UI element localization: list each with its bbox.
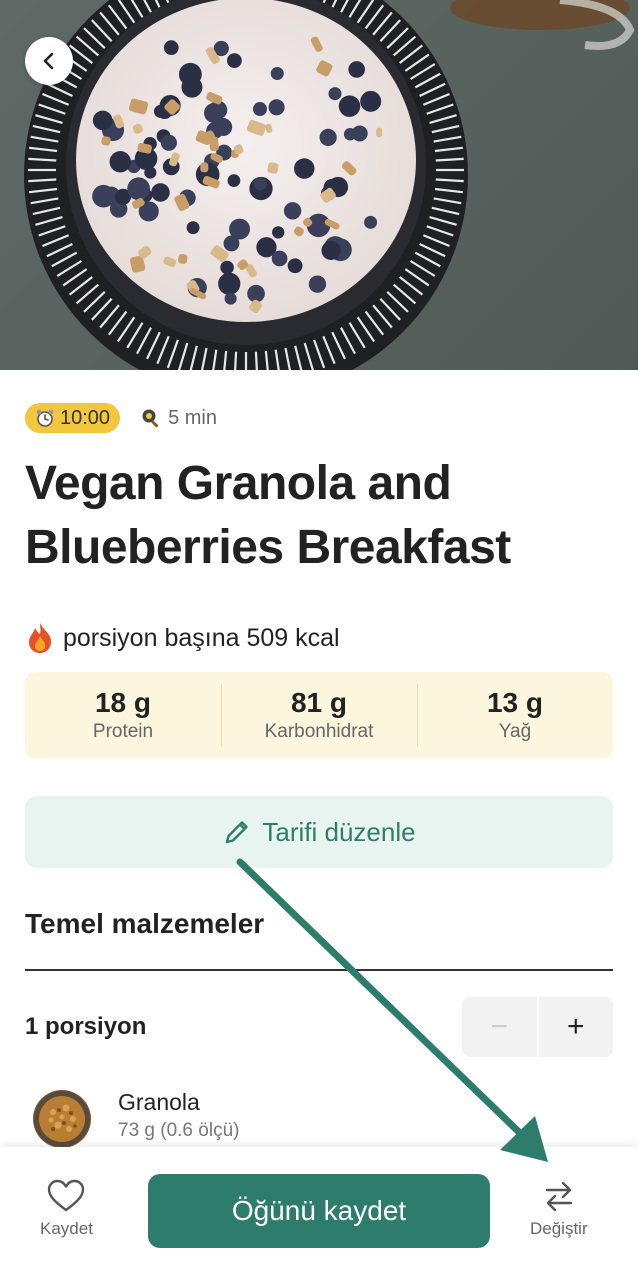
- chevron-left-icon: [43, 52, 54, 70]
- decrease-portion-button[interactable]: −: [462, 997, 537, 1057]
- meal-time: 10:00: [60, 406, 111, 429]
- bottom-action-bar: Kaydet Öğünü kaydet Değiştir: [0, 1147, 638, 1280]
- increase-portion-button[interactable]: +: [538, 997, 613, 1057]
- edit-recipe-label: Tarifi düzenle: [262, 816, 416, 847]
- save-favorite-tab[interactable]: Kaydet: [40, 1179, 93, 1239]
- pencil-icon: [226, 821, 249, 844]
- heart-icon: [48, 1179, 85, 1212]
- frying-pan-icon: [142, 409, 159, 428]
- swap-meal-tab[interactable]: Değiştir: [530, 1179, 588, 1239]
- fire-icon: [29, 623, 52, 653]
- macro-carbs: 81 g Karbonhidrat: [221, 672, 417, 758]
- back-button[interactable]: [25, 37, 73, 85]
- cook-time-label: 5 min: [168, 406, 217, 429]
- portion-label: 1 porsiyon: [25, 1013, 147, 1040]
- recipe-meta-row: 10:00 5 min: [25, 403, 217, 433]
- macro-value: 13 g: [486, 687, 544, 718]
- ingredient-item[interactable]: Granola 73 g (0.6 ölçü): [33, 1089, 239, 1148]
- recipe-title: Vegan Granola and Blueberries Breakfast: [25, 457, 511, 574]
- meal-time-badge: 10:00: [25, 403, 121, 433]
- macro-fat: 13 g Yağ: [417, 672, 613, 758]
- section-divider: [25, 969, 613, 971]
- ingredient-name: Granola: [118, 1089, 200, 1115]
- portion-stepper: − +: [462, 997, 613, 1057]
- granola-bowl-image: [34, 1091, 90, 1147]
- edit-recipe-button[interactable]: Tarifi düzenle: [25, 796, 613, 868]
- granola-bowl-photo: [24, 0, 635, 370]
- macro-summary: 18 g Protein 81 g Karbonhidrat 13 g Yağ: [25, 672, 613, 758]
- recipe-hero-image: [0, 0, 638, 370]
- swap-meal-label: Değiştir: [530, 1219, 588, 1238]
- save-favorite-label: Kaydet: [40, 1219, 93, 1238]
- ingredient-amount: 73 g (0.6 ölçü): [118, 1120, 240, 1141]
- macro-value: 18 g: [94, 687, 152, 718]
- macro-label: Karbonhidrat: [264, 721, 374, 742]
- kcal-text: porsiyon başına 509 kcal: [63, 623, 340, 652]
- save-meal-button[interactable]: Öğünü kaydet: [148, 1174, 490, 1248]
- cook-time: 5 min: [140, 407, 217, 430]
- macro-label: Protein: [92, 721, 154, 742]
- ingredient-text: Granola 73 g (0.6 ölçü): [118, 1086, 239, 1144]
- granola-thumbnail: [33, 1090, 91, 1148]
- ingredients-section-title: Temel malzemeler: [25, 908, 265, 939]
- alarm-clock-icon: [36, 409, 54, 427]
- kcal-per-portion: porsiyon başına 509 kcal: [25, 622, 340, 654]
- macro-protein: 18 g Protein: [25, 672, 221, 758]
- swap-arrows-icon: [545, 1181, 573, 1212]
- macro-label: Yağ: [498, 721, 532, 742]
- macro-value: 81 g: [290, 687, 348, 718]
